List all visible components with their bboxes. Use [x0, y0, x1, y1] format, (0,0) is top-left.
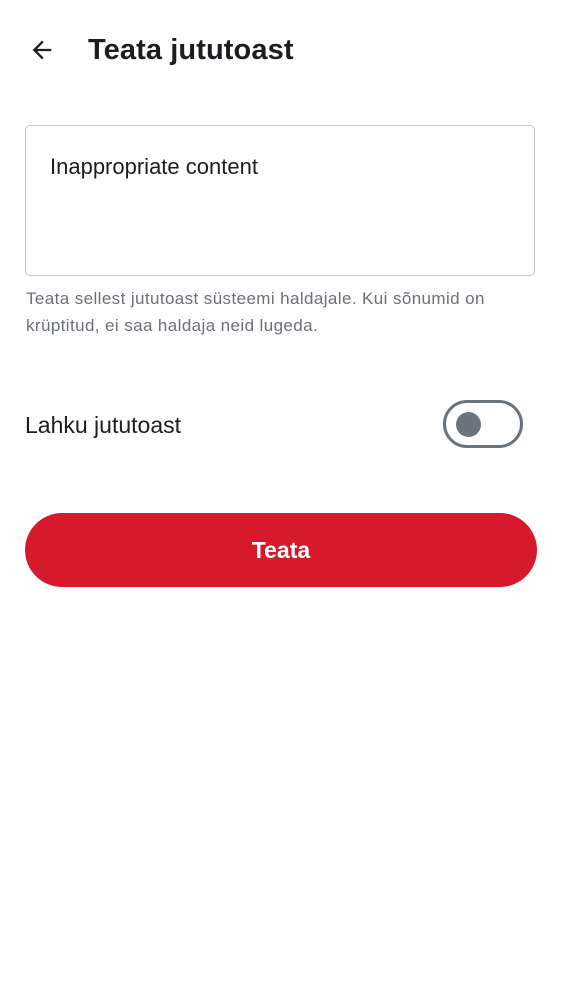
reason-field[interactable]	[25, 125, 535, 276]
helper-text: Teata sellest jututoast süsteemi haldaja…	[26, 289, 485, 335]
report-room-screen: Teata jututoast Teata sellest jututoast …	[0, 0, 562, 1000]
leave-room-label: Lahku jututoast	[25, 412, 182, 438]
leave-room-toggle[interactable]	[443, 400, 523, 448]
back-button[interactable]	[18, 26, 66, 74]
toggle-knob	[456, 412, 481, 437]
arrow-left-icon	[32, 40, 52, 60]
report-button[interactable]: Teata	[25, 513, 537, 587]
top-app-bar: Teata jututoast	[0, 0, 562, 100]
page-title: Teata jututoast	[88, 34, 294, 66]
reason-input[interactable]	[50, 152, 510, 182]
leave-room-row[interactable]: Lahku jututoast	[0, 390, 562, 460]
